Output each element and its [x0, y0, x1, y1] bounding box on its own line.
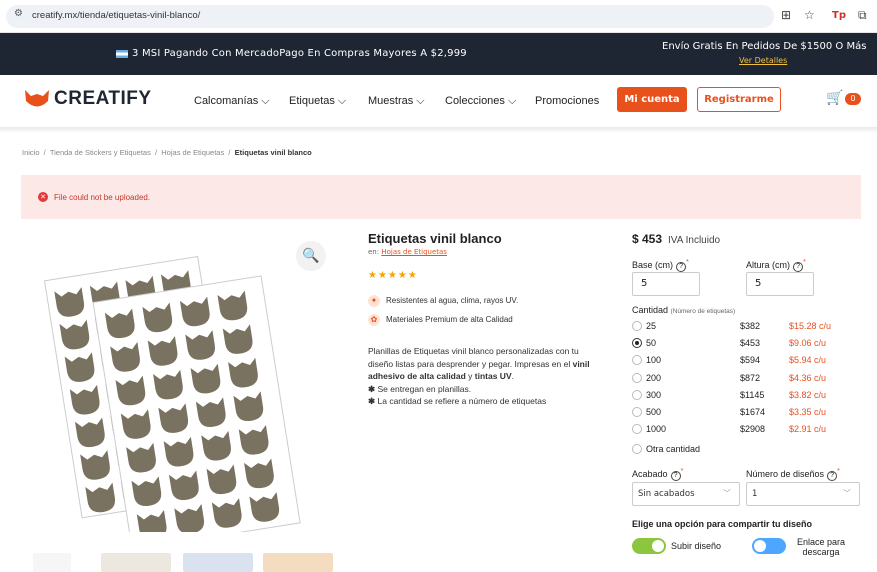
quantity-price: $594 [740, 355, 761, 366]
quantity-value[interactable]: 25 [646, 321, 656, 331]
promo-details-link[interactable]: Ver Detalles [739, 56, 787, 65]
quantity-other-label[interactable]: Otra cantidad [646, 444, 700, 454]
quantity-radio[interactable] [632, 424, 642, 435]
bookmark-star-icon[interactable]: ☆ [804, 8, 815, 22]
logo-wordmark[interactable]: CREATIFY [54, 88, 152, 110]
quantity-price: $453 [740, 338, 761, 349]
chevron-down-icon: ﹀ [843, 489, 851, 498]
link-toggle[interactable] [752, 538, 786, 554]
quantity-unit-price: $3.82 c/u [789, 389, 827, 400]
quantity-price: $2908 [740, 424, 766, 435]
link-label: Enlace para descarga [796, 537, 846, 557]
url-text[interactable]: creatify.mx/tienda/etiquetas-vinil-blanc… [32, 10, 200, 21]
quantity-radio[interactable] [632, 372, 642, 383]
feature-premium: ✿ Materiales Premium de alta Calidad [368, 314, 513, 326]
iva-note: IVA Incluido [668, 235, 721, 246]
help-icon: ? [793, 262, 804, 272]
base-label: Base (cm) ?* [632, 257, 689, 272]
help-icon: ? [827, 471, 838, 481]
upload-label: Subir diseño [671, 541, 722, 551]
thumbnail-1[interactable] [33, 553, 71, 572]
finish-select[interactable]: Sin acabados ﹀ [632, 482, 740, 506]
help-icon: ? [676, 262, 687, 272]
thumbnail-4[interactable] [263, 553, 333, 572]
quantity-value[interactable]: 100 [646, 355, 661, 365]
quantity-radio-other[interactable] [632, 444, 642, 454]
register-button[interactable]: Registrarme [697, 87, 781, 112]
quantity-price: $382 [740, 321, 761, 331]
finish-label: Acabado ?* [632, 466, 684, 481]
quantity-price: $872 [740, 372, 761, 383]
breadcrumb: Inicio / Tienda de Stickers y Etiquetas … [22, 148, 312, 157]
quantity-radio[interactable] [632, 407, 642, 417]
chevron-down-icon: ﹀ [723, 489, 731, 498]
product-category: en: Hojas de Etiquetas [368, 248, 447, 256]
product-description: Planillas de Etiquetas vinil blanco pers… [368, 346, 590, 406]
quantity-radio[interactable] [632, 355, 642, 366]
shield-icon: ✦ [368, 295, 380, 307]
upload-toggle[interactable] [632, 538, 666, 554]
fox-logo-icon[interactable] [24, 88, 50, 110]
thumbnail-2[interactable] [101, 553, 171, 572]
product-price: $ 453 [632, 232, 663, 246]
account-button[interactable]: Mi cuenta [617, 87, 687, 112]
quantity-unit-price: $4.36 c/u [789, 372, 827, 383]
help-icon: ? [670, 471, 681, 481]
translate-icon[interactable]: ⊞ [781, 8, 791, 22]
quantity-price: $1145 [740, 389, 765, 400]
flag-icon [116, 50, 128, 58]
nav-colecciones[interactable]: Colecciones ⌵ [445, 95, 516, 108]
error-x-icon: ✕ [38, 192, 48, 202]
cart-count-badge: 0 [845, 93, 861, 105]
header-shadow [0, 127, 877, 133]
height-label: Altura (cm) ?* [746, 257, 806, 272]
rating-stars: ★★★★★ [368, 270, 418, 281]
promo-msi-text: 3 MSI Pagando Con MercadoPago En Compras… [132, 48, 467, 59]
quantity-value[interactable]: 50 [646, 338, 656, 348]
nav-etiquetas[interactable]: Etiquetas ⌵ [289, 95, 346, 108]
zoom-search-icon[interactable]: 🔍 [296, 241, 326, 271]
share-label: Elige una opción para compartir tu diseñ… [632, 519, 813, 529]
nav-calcomanias[interactable]: Calcomanías ⌵ [194, 95, 270, 108]
error-message: File could not be uploaded. [54, 193, 151, 202]
breadcrumb-tienda[interactable]: Tienda de Stickers y Etiquetas [50, 148, 151, 157]
quantity-unit-price: $15.28 c/u [789, 321, 832, 331]
nav-promociones[interactable]: Promociones [535, 95, 599, 107]
quantity-value[interactable]: 300 [646, 390, 661, 400]
quantity-value[interactable]: 1000 [646, 424, 666, 434]
product-title: Etiquetas vinil blanco [368, 231, 502, 246]
quantity-price: $1674 [740, 407, 766, 417]
quantity-unit-price: $9.06 c/u [789, 338, 827, 349]
nav-muestras[interactable]: Muestras ⌵ [368, 95, 425, 108]
thumbnail-3[interactable] [183, 553, 253, 572]
quantity-value[interactable]: 500 [646, 407, 661, 417]
quantity-unit-price: $2.91 c/u [789, 424, 827, 435]
base-input[interactable]: 5 [632, 272, 700, 296]
breadcrumb-home[interactable]: Inicio [22, 148, 40, 157]
quantity-radio[interactable] [632, 338, 642, 349]
quantity-radio[interactable] [632, 321, 642, 331]
breadcrumb-current: Etiquetas vinil blanco [234, 148, 312, 157]
extensions-puzzle-icon[interactable]: ⧉ [858, 8, 867, 23]
category-link[interactable]: Hojas de Etiquetas [381, 248, 447, 256]
cart-icon[interactable]: 🛒 [826, 90, 843, 106]
site-info-icon[interactable]: ⚙ [14, 8, 23, 19]
quantity-radio[interactable] [632, 389, 642, 400]
height-input[interactable]: 5 [746, 272, 814, 296]
product-image[interactable] [30, 232, 330, 532]
feature-uv: ✦ Resistentes al agua, clima, rayos UV. [368, 295, 518, 307]
badge-icon: ✿ [368, 314, 380, 326]
quantity-unit-price: $3.35 c/u [789, 407, 827, 417]
breadcrumb-hojas[interactable]: Hojas de Etiquetas [161, 148, 224, 157]
quantity-label: Cantidad (Número de etiquetas) [632, 305, 736, 315]
designs-label: Número de diseños ?* [746, 466, 840, 481]
designs-select[interactable]: 1 ﹀ [746, 482, 860, 506]
quantity-value[interactable]: 200 [646, 373, 661, 383]
promo-shipping-text: Envío Gratis En Pedidos De $1500 O Más [662, 41, 867, 52]
extension-icon[interactable]: Tp [832, 10, 846, 21]
quantity-unit-price: $5.94 c/u [789, 355, 827, 366]
